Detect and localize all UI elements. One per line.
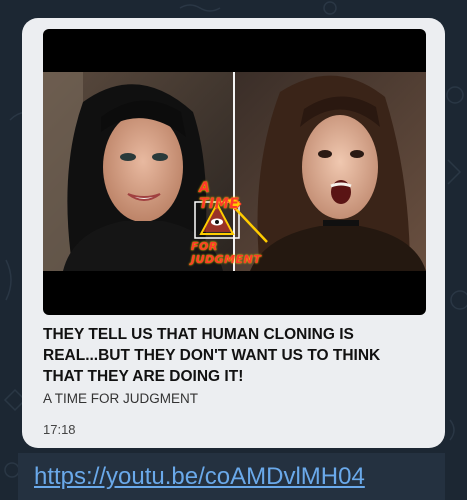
message-timestamp: 17:18: [43, 422, 76, 437]
link-preview-card[interactable]: A TIME FOR JUDGMENT THEY TELL US THAT HU…: [22, 18, 445, 448]
preview-title[interactable]: THEY TELL US THAT HUMAN CLONING IS REAL.…: [43, 324, 423, 387]
message-bubble: https://youtu.be/coAMDvlMH04: [18, 453, 445, 500]
message-link[interactable]: https://youtu.be/coAMDvlMH04: [34, 463, 365, 491]
logo-text-bottom: FOR JUDGMENT: [191, 240, 262, 266]
preview-channel-name: A TIME FOR JUDGMENT: [43, 391, 199, 406]
video-thumbnail[interactable]: A TIME FOR JUDGMENT: [43, 29, 426, 315]
logo-text-top: A TIME: [199, 180, 240, 212]
